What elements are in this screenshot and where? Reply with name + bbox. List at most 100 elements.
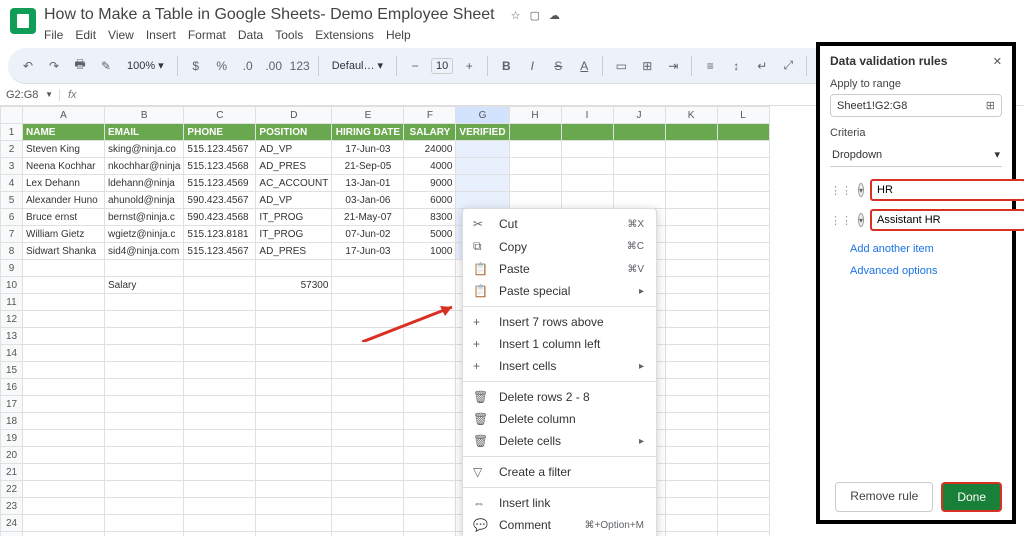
cell[interactable]: AD_VP [256,141,332,158]
rotate-icon[interactable]: ⤢ [778,55,798,77]
wrap-icon[interactable]: ↵ [752,55,772,77]
cell[interactable]: Neena Kochhar [23,158,105,175]
cell[interactable]: NAME [23,124,105,141]
menu-extensions[interactable]: Extensions [315,28,374,42]
cell[interactable]: Alexander Huno [23,192,105,209]
redo-icon[interactable]: ↷ [44,55,64,77]
cell[interactable]: 57300 [256,277,332,294]
cell[interactable]: AC_ACCOUNT [256,175,332,192]
col-header-J[interactable]: J [613,107,665,124]
cell[interactable]: ldehann@ninja [105,175,184,192]
document-title[interactable]: How to Make a Table in Google Sheets- De… [44,6,495,24]
col-header-L[interactable]: L [717,107,769,124]
cell[interactable]: 4000 [404,158,456,175]
row-header[interactable]: 21 [1,464,23,481]
drag-handle-icon[interactable]: ⋮⋮ [830,214,852,227]
col-header-K[interactable]: K [665,107,717,124]
col-header-E[interactable]: E [332,107,404,124]
cell[interactable]: AD_PRES [256,243,332,260]
row-header[interactable]: 19 [1,430,23,447]
col-header-A[interactable]: A [23,107,105,124]
cell[interactable]: 24000 [404,141,456,158]
cell[interactable]: 515.123.4567 [184,141,256,158]
cell[interactable]: 515.123.4567 [184,243,256,260]
menu-data[interactable]: Data [238,28,263,42]
font-select[interactable]: Defaul… ▾ [327,57,388,74]
row-header[interactable]: 9 [1,260,23,277]
ctx-insert-col[interactable]: +Insert 1 column left [463,333,656,355]
cell[interactable]: 6000 [404,192,456,209]
row-header[interactable]: 20 [1,447,23,464]
ctx-filter[interactable]: ▽Create a filter [463,461,656,483]
cell[interactable]: 03-Jan-06 [332,192,404,209]
option-input-1[interactable] [870,179,1024,201]
row-header[interactable]: 7 [1,226,23,243]
cell[interactable]: 5000 [404,226,456,243]
col-header-G[interactable]: G [456,107,509,124]
range-input[interactable]: Sheet1!G2:G8⊞ [830,94,1002,117]
row-header[interactable]: 1 [1,124,23,141]
cell[interactable]: 515.123.8181 [184,226,256,243]
row-header[interactable]: 11 [1,294,23,311]
cell[interactable]: 21-May-07 [332,209,404,226]
add-another-item[interactable]: Add another item [850,243,1002,255]
col-header-F[interactable]: F [404,107,456,124]
col-header-I[interactable]: I [561,107,613,124]
cell[interactable]: SALARY [404,124,456,141]
cell[interactable]: IT_PROG [256,209,332,226]
cell[interactable]: PHONE [184,124,256,141]
row-header[interactable]: 3 [1,158,23,175]
menu-format[interactable]: Format [188,28,226,42]
cell[interactable]: Salary [105,277,184,294]
cell[interactable]: Sidwart Shanka [23,243,105,260]
cell[interactable]: 9000 [404,175,456,192]
row-header[interactable]: 17 [1,396,23,413]
ctx-delete-cells[interactable]: 🗑Delete cells▸ [463,430,656,452]
cell[interactable]: nkochhar@ninja [105,158,184,175]
row-header[interactable]: 8 [1,243,23,260]
dec-increase-icon[interactable]: .00 [264,55,284,77]
col-header-D[interactable]: D [256,107,332,124]
cell[interactable]: 8300 [404,209,456,226]
undo-icon[interactable]: ↶ [18,55,38,77]
cell[interactable] [456,141,509,158]
menu-help[interactable]: Help [386,28,411,42]
row-header[interactable]: 12 [1,311,23,328]
cell[interactable]: ahunold@ninja [105,192,184,209]
cell-reference[interactable]: G2:G8▼ [0,89,60,101]
cell[interactable]: EMAIL [105,124,184,141]
currency-icon[interactable]: $ [186,55,206,77]
cell[interactable]: sid4@ninja.com [105,243,184,260]
menu-file[interactable]: File [44,28,63,42]
row-header[interactable]: 18 [1,413,23,430]
grid-icon[interactable]: ⊞ [986,99,995,112]
cell[interactable] [456,192,509,209]
cell[interactable]: IT_PROG [256,226,332,243]
ctx-insert-cells[interactable]: +Insert cells▸ [463,355,656,377]
ctx-delete-col[interactable]: 🗑Delete column [463,408,656,430]
row-header[interactable]: 23 [1,498,23,515]
cell[interactable]: 07-Jun-02 [332,226,404,243]
cell[interactable]: 17-Jun-03 [332,141,404,158]
cell[interactable]: Steven King [23,141,105,158]
row-header[interactable]: 13 [1,328,23,345]
cell[interactable]: HIRING DATE [332,124,404,141]
italic-icon[interactable]: I [522,55,542,77]
remove-rule-button[interactable]: Remove rule [835,482,933,512]
cell[interactable]: 590.423.4568 [184,209,256,226]
menu-edit[interactable]: Edit [75,28,96,42]
done-button[interactable]: Done [941,482,1002,512]
cell[interactable]: 515.123.4568 [184,158,256,175]
close-icon[interactable]: ✕ [993,55,1002,68]
cell[interactable]: AD_PRES [256,158,332,175]
advanced-options[interactable]: Advanced options [850,265,1002,277]
color-chip[interactable]: ▾ [858,213,864,227]
drag-handle-icon[interactable]: ⋮⋮ [830,184,852,197]
cell[interactable]: 1000 [404,243,456,260]
ctx-paste[interactable]: 📋Paste⌘V [463,258,656,280]
row-header[interactable]: 6 [1,209,23,226]
row-header[interactable]: 4 [1,175,23,192]
col-header-H[interactable]: H [509,107,561,124]
sheets-logo-icon[interactable] [10,8,36,34]
zoom-select[interactable]: 100% ▾ [122,57,169,74]
